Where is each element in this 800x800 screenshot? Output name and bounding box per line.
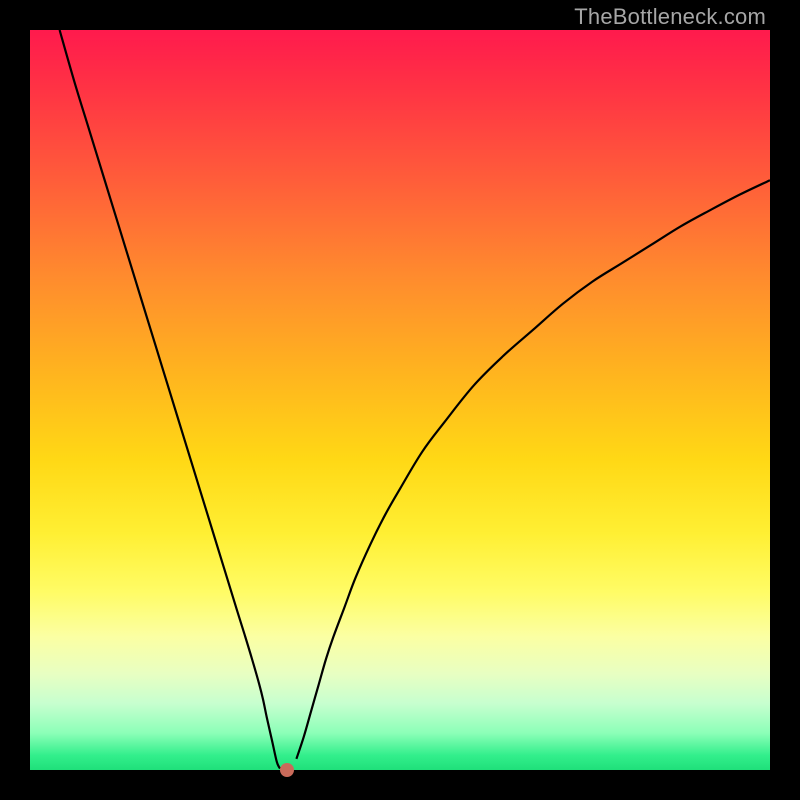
minimum-marker-dot bbox=[280, 763, 294, 777]
curve-right-branch bbox=[296, 180, 770, 759]
attribution-text: TheBottleneck.com bbox=[574, 4, 766, 30]
bottleneck-curve bbox=[30, 30, 770, 770]
curve-left-branch bbox=[60, 30, 281, 769]
